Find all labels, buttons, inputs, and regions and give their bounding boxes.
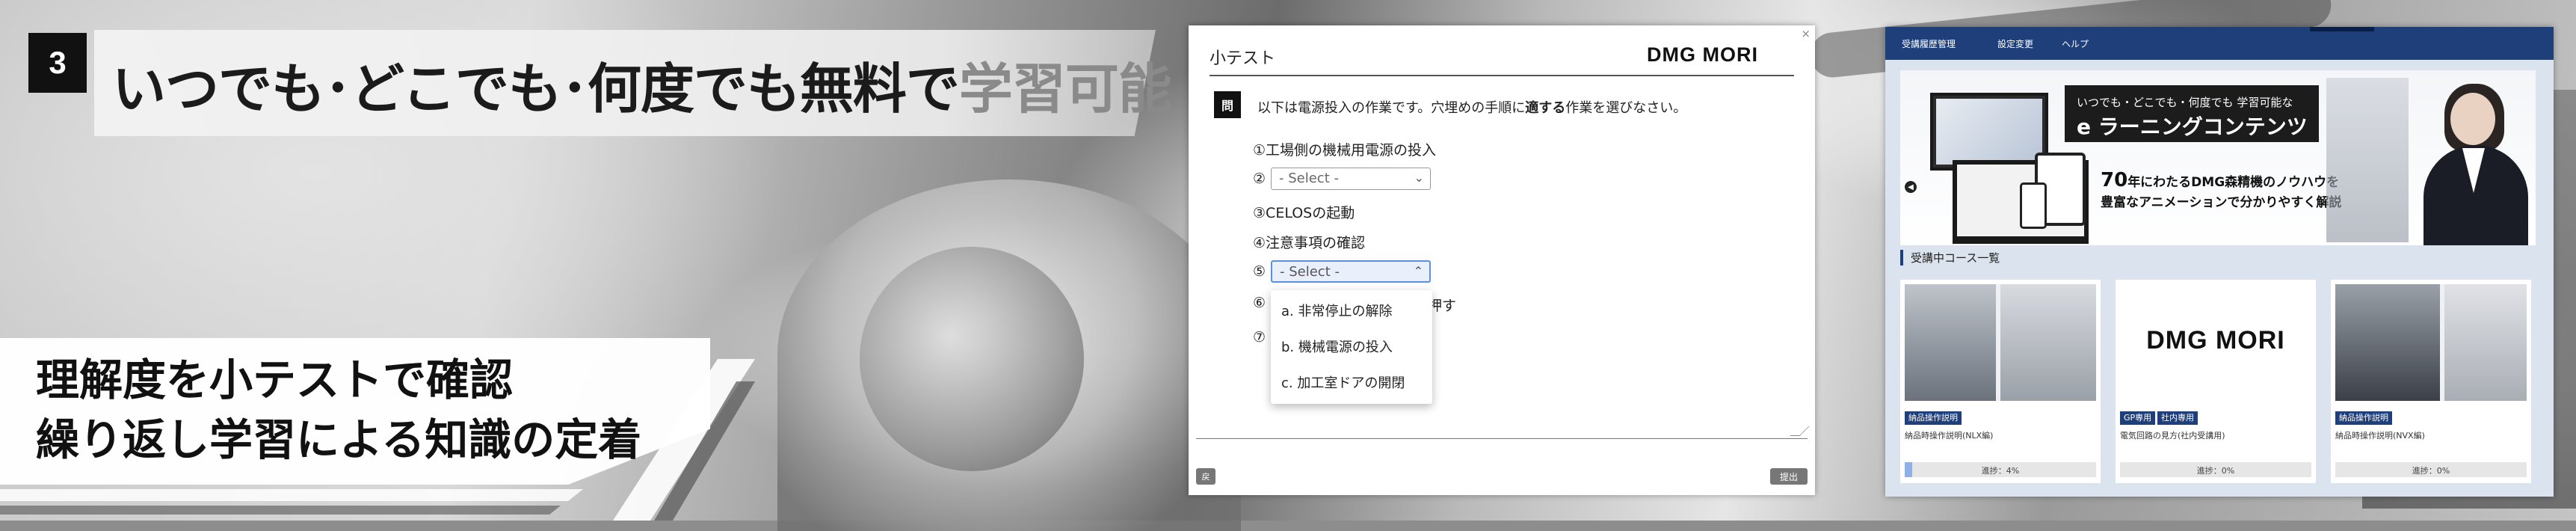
caption: 理解度を小テストで確認 繰り返し学習による知識の定着 (36, 350, 641, 470)
hero-title: e ラーニングコンテンツ (2077, 114, 2308, 139)
slide-number-badge: 3 (28, 33, 87, 93)
step-5: ⑤ (1253, 263, 1266, 280)
option-b[interactable]: b. 機械電源の投入 (1281, 337, 1393, 356)
section-title: 受講中コース一覧 (1900, 250, 2000, 266)
course-tag: 社内専用 (2157, 411, 2198, 425)
progress-bar: 進捗：4% (1905, 462, 2096, 477)
chevron-down-icon: ⌄ (1414, 171, 1424, 185)
submit-button[interactable]: 提出 (1770, 468, 1808, 485)
progress-bar: 進捗：0% (2120, 462, 2311, 477)
quiz-window: × 小テスト DMG MORI 問 以下は電源投入の作業です。穴埋めの手順に適す… (1189, 25, 1815, 495)
course-tag: 納品操作説明 (2335, 411, 2392, 425)
resize-handle[interactable] (1790, 426, 1810, 436)
course-thumbnail: DMG MORI (2120, 284, 2311, 401)
step-2: ② (1253, 171, 1266, 187)
hero-description-1: 70年にわたるDMG森精機のノウハウを (2101, 169, 2340, 191)
nav-active-tab (2310, 27, 2374, 31)
question-text: 以下は電源投入の作業です。穴埋めの手順に適する作業を選びなさい。 (1257, 100, 1687, 116)
caption-line-2: 繰り返し学習による知識の定着 (36, 414, 642, 465)
headline: いつでも･どこでも･何度でも無料で学習可能 (112, 45, 1172, 123)
machine-photo (2326, 78, 2409, 242)
course-thumbnail (1905, 284, 2096, 401)
progress-bar: 進捗：0% (2335, 462, 2527, 477)
option-a[interactable]: a. 非常停止の解除 (1281, 301, 1392, 320)
quiz-title: 小テスト (1210, 49, 1276, 68)
nav-help[interactable]: ヘルプ (2062, 37, 2089, 50)
step-4: ④注意事項の確認 (1253, 235, 1366, 251)
step-5-select[interactable]: - Select - ⌃ (1271, 260, 1431, 283)
course-card-circuit[interactable]: DMG MORI GP専用 社内専用 電気回路の見方(社内受講用) 進捗：0% (2116, 280, 2316, 483)
phone-illustration (2020, 182, 2047, 229)
select-dropdown: a. 非常停止の解除 b. 機械電源の投入 c. 加工室ドアの開閉 (1271, 290, 1432, 404)
step-2-select[interactable]: - Select - ⌄ (1271, 168, 1431, 190)
step-7: ⑦ (1253, 329, 1266, 346)
course-card-nlx[interactable]: 納品操作説明 納品時操作説明(NLX編) 進捗：4% (1900, 280, 2101, 483)
question-mark-icon: 問 (1214, 91, 1241, 118)
nav-history[interactable]: 受講履歴管理 (1902, 37, 1956, 50)
hero-banner[interactable]: いつでも・どこでも・何度でも 学習可能な e ラーニングコンテンツ 70年にわた… (1900, 70, 2536, 245)
close-icon[interactable]: × (1801, 27, 1811, 40)
course-name: 電気回路の見方(社内受講用) (2120, 431, 2225, 441)
option-c[interactable]: c. 加工室ドアの開閉 (1281, 372, 1405, 392)
monitor-illustration (1930, 93, 2048, 171)
top-nav: 受講履歴管理 設定変更 ヘルプ (1885, 27, 2554, 60)
course-tag: GP専用 (2120, 411, 2156, 425)
dmg-mori-logo: DMG MORI (1647, 43, 1758, 66)
elearning-portal: 受講履歴管理 設定変更 ヘルプ いつでも・どこでも・何度でも 学習可能な e ラ… (1885, 27, 2554, 497)
step-3: ③CELOSの起動 (1253, 205, 1355, 221)
back-button[interactable]: 戻 (1196, 468, 1215, 485)
step-1: ①工場側の機械用電源の投入 (1253, 142, 1437, 159)
nav-settings[interactable]: 設定変更 (1997, 37, 2033, 50)
course-name: 納品時操作説明(NLX編) (1905, 431, 1994, 441)
carousel-prev-icon[interactable]: ◀ (1905, 181, 1917, 193)
quiz-header: 小テスト DMG MORI (1210, 39, 1794, 76)
presenter-photo (2416, 70, 2536, 245)
footer-divider (1196, 438, 1808, 439)
caption-line-1: 理解度を小テストで確認 (36, 354, 514, 405)
hero-subtitle: いつでも・どこでも・何度でも 学習可能な (2077, 96, 2293, 109)
course-thumbnail (2335, 284, 2527, 401)
step-6: ⑥ 押す (1253, 295, 1457, 314)
headline-gray-text: 学習可能 (958, 58, 1172, 120)
chevron-up-icon: ⌃ (1413, 264, 1423, 278)
course-card-nvx[interactable]: 納品操作説明 納品時操作説明(NVX編) 進捗：0% (2331, 280, 2531, 483)
dmg-mori-logo: DMG MORI (2146, 326, 2285, 354)
course-tag: 納品操作説明 (1905, 411, 1962, 425)
course-name: 納品時操作説明(NVX編) (2335, 431, 2425, 441)
headline-dark-text: いつでも･どこでも･何度でも無料で (112, 58, 960, 120)
hero-description-2: 豊富なアニメーションで分かりやすく解説 (2101, 195, 2342, 210)
